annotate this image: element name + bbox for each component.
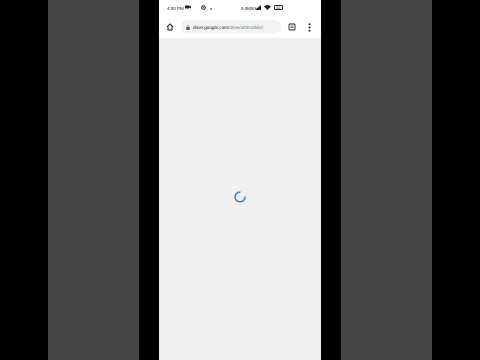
tab-switcher-button[interactable] (285, 20, 299, 34)
browser-toolbar: drive.google.com /drive/u/0/mobile/ (159, 16, 321, 39)
lock-icon (186, 24, 190, 30)
url-path: /drive/u/0/mobile/ (227, 24, 263, 30)
wifi-icon (264, 5, 271, 12)
left-letterbox-panel (48, 0, 139, 360)
phone-screen: 4:30 PM 9.0KB/s 52 drive.google.com /dri… (159, 0, 321, 360)
dot-icon (210, 7, 212, 12)
camera-icon (185, 5, 191, 11)
more-menu-button[interactable] (302, 20, 316, 34)
right-letterbox-panel (341, 0, 432, 360)
loading-spinner-icon (233, 190, 247, 204)
battery-indicator: 52 (274, 5, 283, 10)
home-button[interactable] (163, 20, 177, 34)
tab-switcher-icon (288, 23, 296, 31)
more-menu-icon (308, 22, 311, 32)
signal-icon (255, 5, 261, 12)
settings-gear-icon (201, 5, 206, 12)
status-time: 4:30 PM (167, 6, 184, 11)
url-host: drive.google.com (193, 24, 228, 30)
page-content (159, 38, 321, 360)
address-bar[interactable]: drive.google.com /drive/u/0/mobile/ (181, 20, 281, 34)
home-icon (166, 23, 174, 31)
status-bar: 4:30 PM 9.0KB/s 52 (159, 0, 321, 16)
